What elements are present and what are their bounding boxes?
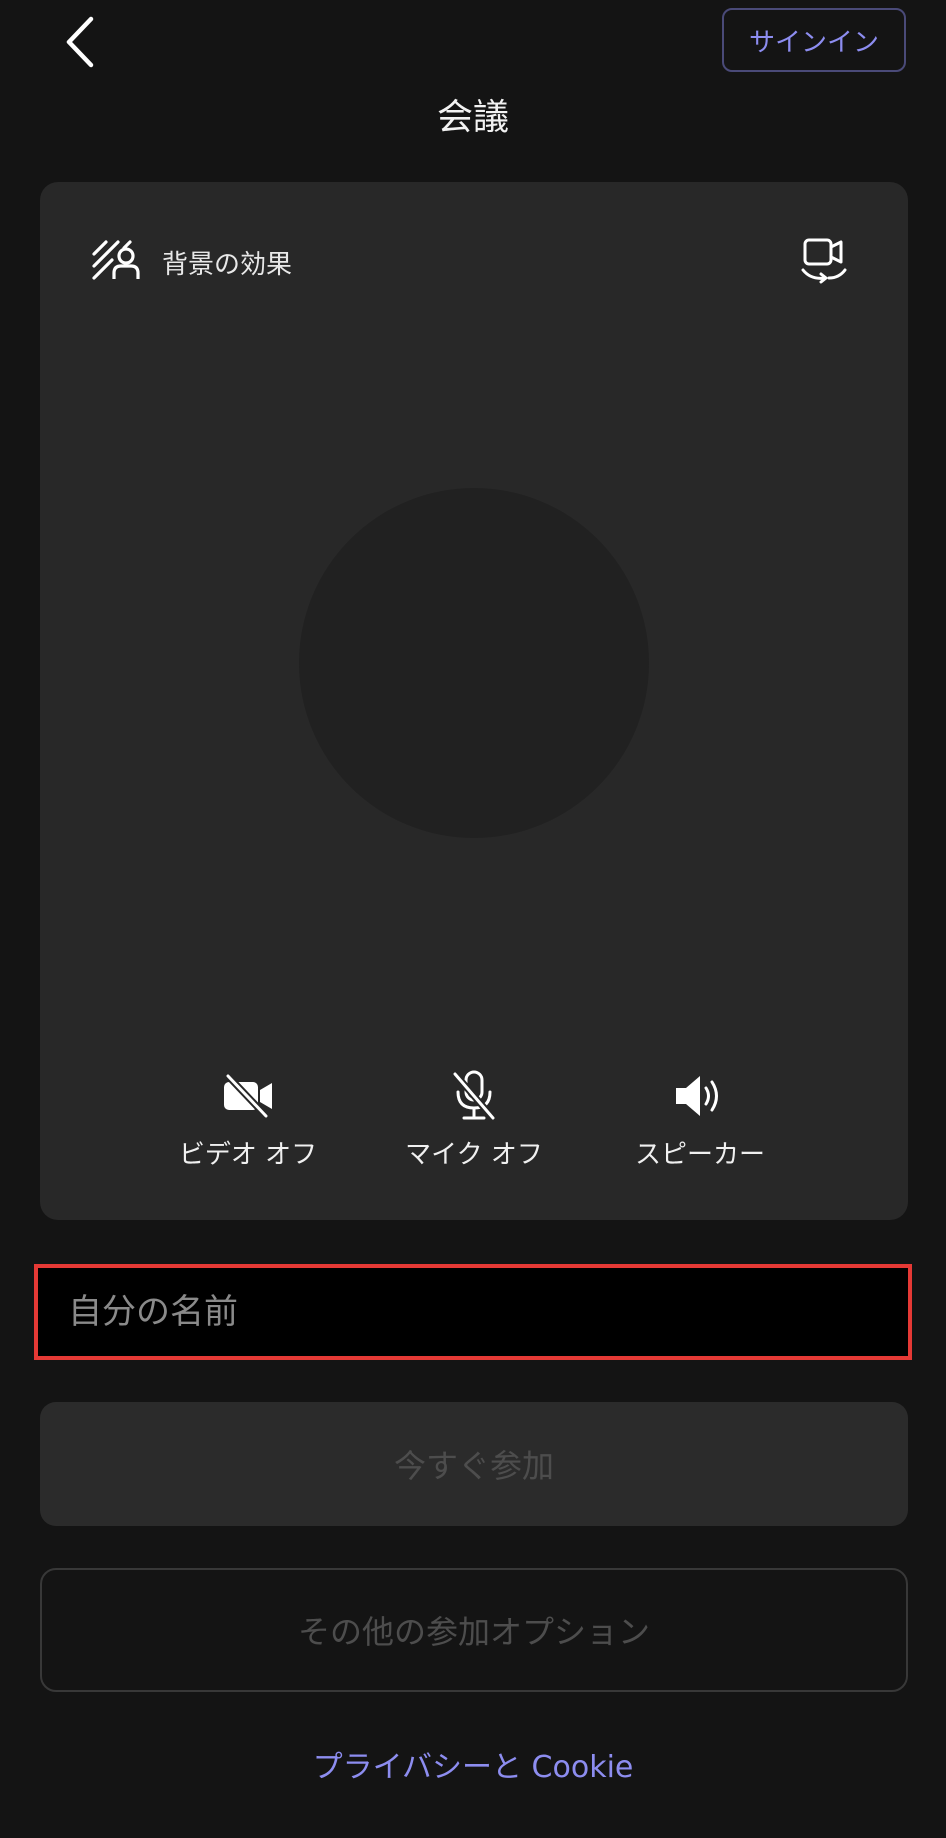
video-toggle-button[interactable]: ビデオ オフ xyxy=(128,1068,368,1178)
video-toggle-label: ビデオ オフ xyxy=(178,1140,318,1170)
video-preview-card: 背景の効果 ビデオ オフ マイク オフ スピーカー xyxy=(40,182,908,1220)
name-input[interactable] xyxy=(38,1268,908,1356)
sign-in-label: サインイン xyxy=(748,27,879,58)
join-now-label: 今すぐ参加 xyxy=(393,1447,554,1485)
background-effects-label: 背景の効果 xyxy=(162,249,293,280)
avatar-placeholder xyxy=(299,488,649,838)
page-title: 会議 xyxy=(436,97,509,138)
join-now-button[interactable]: 今すぐ参加 xyxy=(40,1402,908,1526)
other-join-options-label: その他の参加オプション xyxy=(297,1613,650,1651)
mic-off-icon xyxy=(444,1068,504,1124)
mic-toggle-label: マイク オフ xyxy=(405,1140,543,1170)
speaker-icon xyxy=(670,1068,730,1124)
back-button[interactable] xyxy=(48,6,112,82)
mic-toggle-button[interactable]: マイク オフ xyxy=(354,1068,594,1178)
chevron-left-icon xyxy=(65,16,95,72)
speaker-label: スピーカー xyxy=(634,1140,765,1170)
background-effects-icon xyxy=(92,240,142,284)
switch-camera-button[interactable] xyxy=(796,236,852,288)
video-off-icon xyxy=(218,1068,278,1124)
privacy-cookie-link[interactable]: プライバシーと Cookie xyxy=(0,1740,946,1796)
sign-in-button[interactable]: サインイン xyxy=(722,8,906,72)
name-input-container xyxy=(34,1264,912,1360)
switch-camera-icon xyxy=(799,236,849,288)
background-effects-button[interactable]: 背景の効果 xyxy=(92,234,292,290)
media-controls: ビデオ オフ マイク オフ スピーカー xyxy=(40,1068,908,1188)
speaker-button[interactable]: スピーカー xyxy=(580,1068,820,1178)
other-join-options-button[interactable]: その他の参加オプション xyxy=(40,1568,908,1692)
